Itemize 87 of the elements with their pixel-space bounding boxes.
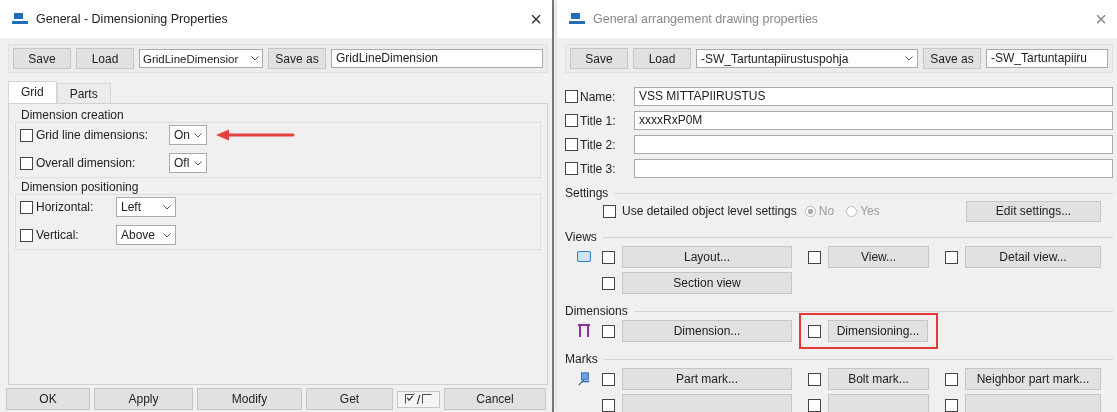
checkbox[interactable] [565,114,578,127]
settings-button[interactable]: Detail view... [965,246,1101,268]
chevron-icon [163,232,171,238]
settings-button[interactable]: View... [828,246,929,268]
name-field[interactable]: GridLineDimension [331,49,543,68]
text-field[interactable]: xxxxRxP0M [634,111,1113,130]
window-title: General arrangement drawing properties [593,12,820,26]
group-title: Dimension positioning [21,180,140,194]
name-field[interactable]: -SW_Tartuntapiiru [986,49,1108,68]
checkbox[interactable] [565,90,578,103]
settings-button[interactable]: Neighbor part mark... [965,368,1101,390]
checkbox[interactable] [602,276,615,290]
tab[interactable]: Grid [8,81,57,103]
toolbar-button[interactable]: Save [570,48,628,69]
save-as-button[interactable]: Save as [923,48,981,69]
text-field[interactable]: VSS MITTAPIIRUSTUS [634,87,1113,106]
field-label: Title 3: [580,161,617,176]
checkbox[interactable] [565,162,578,175]
checkbox[interactable] [602,250,615,264]
chevron-icon [251,56,259,61]
checkbox[interactable] [945,398,958,412]
dimension-icon [576,324,591,338]
value-dropdown[interactable]: On [169,125,207,145]
close-button[interactable]: × [530,9,542,29]
checkbox[interactable] [20,200,33,214]
checkbox[interactable] [808,324,821,338]
checkbox[interactable] [945,250,958,264]
field-label: Title 2: [580,137,617,152]
dialog-button[interactable]: Cancel [444,388,546,410]
value-dropdown[interactable]: Left [116,197,176,217]
checkbox[interactable] [602,398,615,412]
toolbar-button[interactable]: Load [76,48,134,69]
section-title: Views [565,230,597,244]
section-title: Settings [565,186,609,200]
checkbox[interactable] [808,250,821,264]
tab[interactable]: Parts [56,83,111,103]
toggle-all-button[interactable]: / [397,390,440,408]
checkbox[interactable] [945,372,958,386]
settings-button[interactable]: Section view [622,272,792,294]
empty-box-icon [422,394,433,404]
checkbox[interactable] [20,228,33,242]
preset-dropdown[interactable]: GridLineDimensior [139,49,263,68]
option-label: Horizontal: [36,200,95,214]
chevron-icon [194,132,202,138]
option-label: Overall dimension: [36,156,137,170]
section-title: Dimensions [565,304,628,318]
chevron-icon [163,204,171,210]
option-label: Vertical: [36,228,80,242]
checked-box-icon [404,394,415,404]
checkbox[interactable] [602,372,615,386]
section-title: Marks [565,352,598,366]
dialog-button[interactable]: Get [306,388,393,410]
dialog-button[interactable]: Modify [197,388,302,410]
text-field[interactable] [634,159,1113,178]
option-label: Use detailed object level settings [622,204,797,218]
app-icon [569,13,585,25]
settings-button[interactable]: Part mark... [622,368,792,390]
app-icon [12,13,28,25]
mark-icon [576,372,591,386]
toolbar-button[interactable]: Save [13,48,71,69]
chevron-icon [194,160,202,166]
checkbox[interactable] [602,324,615,338]
value-dropdown[interactable]: Above [116,225,176,245]
window-icon [576,250,591,264]
checkbox[interactable] [808,398,821,412]
checkbox[interactable] [20,156,33,170]
window-title: General - Dimensioning Properties [36,12,229,26]
group-title: Dimension creation [21,108,125,122]
settings-button[interactable]: Dimension... [622,320,792,342]
checkbox[interactable] [565,138,578,151]
settings-button[interactable]: Bolt mark... [828,368,929,390]
chevron-icon [905,56,913,61]
toolbar-button[interactable]: Load [633,48,691,69]
option-label: Grid line dimensions: [36,128,150,142]
settings-button[interactable]: Dimensioning... [828,320,928,342]
field-label: Title 1: [580,113,617,128]
settings-button[interactable]: Layout... [622,246,792,268]
dialog-button[interactable]: Apply [94,388,193,410]
field-label: Name: [580,89,617,104]
checkbox[interactable] [20,128,33,142]
checkbox[interactable] [808,372,821,386]
dialog-button[interactable]: OK [6,388,90,410]
text-field[interactable] [634,135,1113,154]
save-as-button[interactable]: Save as [268,48,326,69]
close-button[interactable]: × [1095,9,1107,29]
preset-dropdown[interactable]: -SW_Tartuntapiirustuspohja [696,49,918,68]
value-dropdown[interactable]: Ofl [169,153,207,173]
